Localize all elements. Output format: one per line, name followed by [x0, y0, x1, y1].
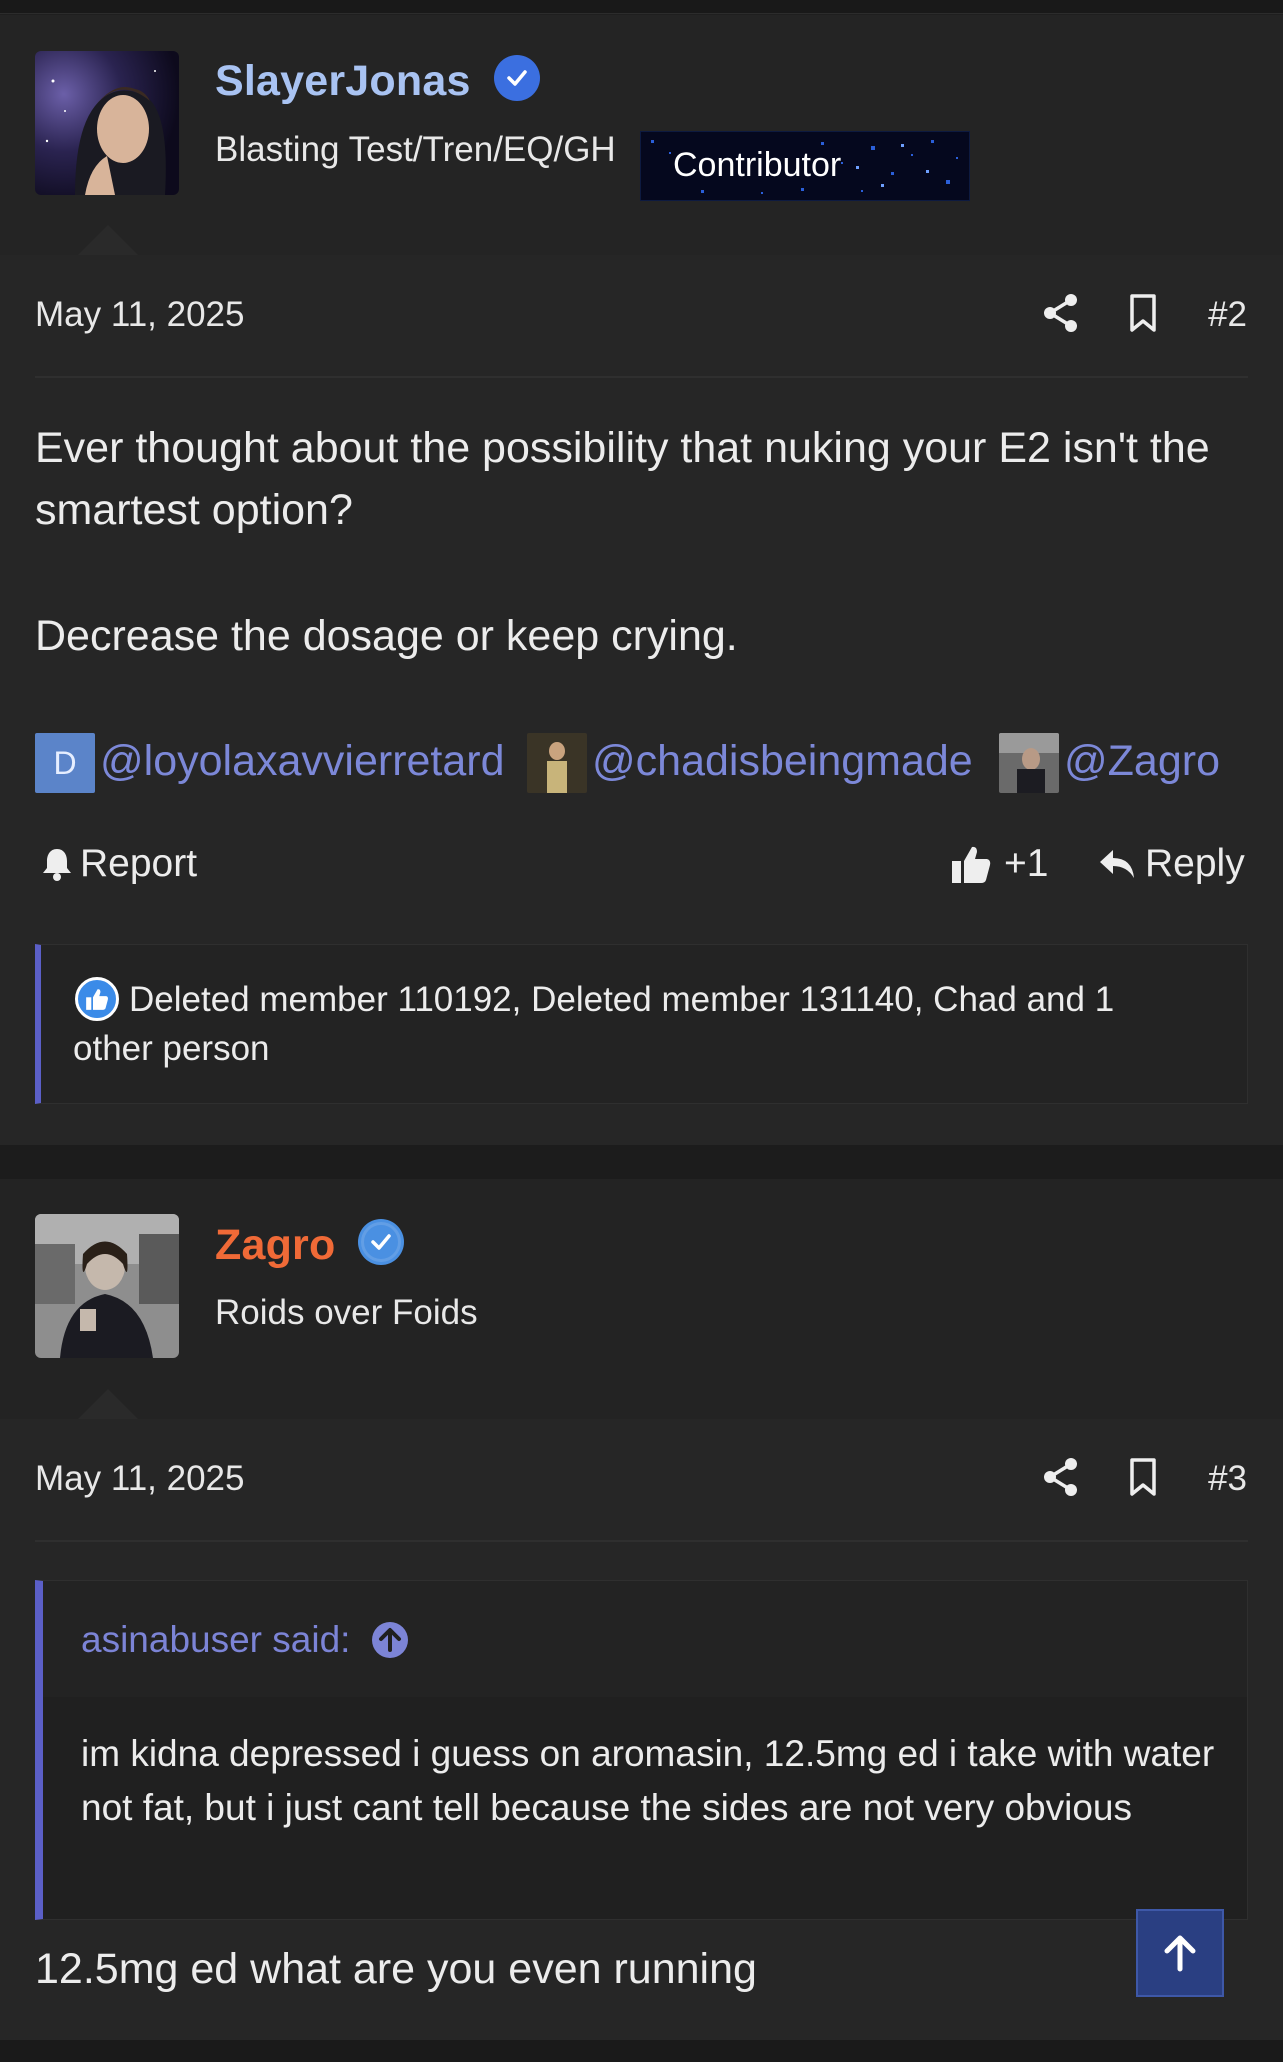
arrow-up-circle-icon[interactable]	[370, 1620, 410, 1660]
post-body-paragraph: 12.5mg ed what are you even running	[35, 1945, 757, 1993]
quote-author-link[interactable]: asinabuser said:	[81, 1619, 410, 1661]
quote-author: asinabuser said:	[81, 1619, 351, 1660]
divider	[35, 1540, 1248, 1542]
post-pointer	[78, 1389, 138, 1419]
username[interactable]: SlayerJonas	[215, 57, 471, 106]
mention-link[interactable]: @Zagro	[1064, 737, 1220, 786]
report-button[interactable]: Report	[40, 842, 197, 886]
scroll-to-top-button[interactable]	[1136, 1909, 1224, 1997]
user-title: Roids over Foids	[215, 1293, 478, 1332]
username[interactable]: Zagro	[215, 1221, 335, 1270]
post-date[interactable]: May 11, 2025	[35, 1459, 245, 1499]
quote-text: im kidna depressed i guess on aromasin, …	[81, 1733, 1215, 1828]
post-date[interactable]: May 11, 2025	[35, 295, 245, 335]
mention-avatar[interactable]	[999, 733, 1059, 793]
reply-button[interactable]: Reply	[1097, 842, 1245, 886]
top-strip	[0, 0, 1283, 14]
user-title: Blasting Test/Tren/EQ/GH	[215, 130, 616, 169]
avatar[interactable]	[35, 51, 179, 195]
reactions-list[interactable]: Deleted member 110192, Deleted member 13…	[73, 975, 1203, 1073]
verified-icon	[358, 1219, 404, 1265]
bookmark-icon[interactable]	[1128, 293, 1158, 333]
reactions-bar[interactable]: Deleted member 110192, Deleted member 13…	[35, 944, 1248, 1104]
verified-icon	[494, 55, 540, 101]
avatar[interactable]	[35, 1214, 179, 1358]
post-number[interactable]: #2	[1208, 295, 1247, 335]
mention-link[interactable]: @loyolaxavvierretard	[100, 737, 505, 786]
reply-arrow-icon	[1100, 850, 1134, 878]
bottom-strip	[0, 2040, 1283, 2062]
post-body-paragraph: Ever thought about the possibility that …	[35, 424, 1210, 534]
report-label: Report	[80, 842, 198, 885]
post-number[interactable]: #3	[1208, 1459, 1247, 1499]
user-badge: Contributor	[640, 131, 970, 201]
share-icon[interactable]	[1043, 1457, 1079, 1497]
divider	[35, 376, 1248, 378]
post-body-paragraph: Decrease the dosage or keep crying.	[35, 612, 738, 660]
post-author-header: SlayerJonas Blasting Test/Tren/EQ/GH Con…	[0, 15, 1283, 255]
post-pointer	[78, 225, 138, 255]
bell-icon	[43, 849, 71, 881]
like-button[interactable]: +1	[950, 842, 1048, 886]
reply-label: Reply	[1145, 842, 1245, 885]
mention-avatar[interactable]: D	[35, 733, 95, 793]
thumbs-up-icon	[952, 846, 991, 883]
share-icon[interactable]	[1043, 293, 1079, 333]
like-count: +1	[1004, 842, 1049, 885]
post-author-header: Zagro Roids over Foids	[0, 1179, 1283, 1419]
mention-avatar[interactable]	[527, 733, 587, 793]
quote-block: asinabuser said: im kidna depressed i gu…	[35, 1580, 1248, 1920]
post-separator	[0, 1145, 1283, 1179]
mention-link[interactable]: @chadisbeingmade	[592, 737, 973, 786]
bookmark-icon[interactable]	[1128, 1457, 1158, 1497]
badge-label: Contributor	[673, 146, 842, 184]
arrow-up-icon	[1164, 1935, 1196, 1972]
quote-header: asinabuser said:	[43, 1581, 1247, 1697]
